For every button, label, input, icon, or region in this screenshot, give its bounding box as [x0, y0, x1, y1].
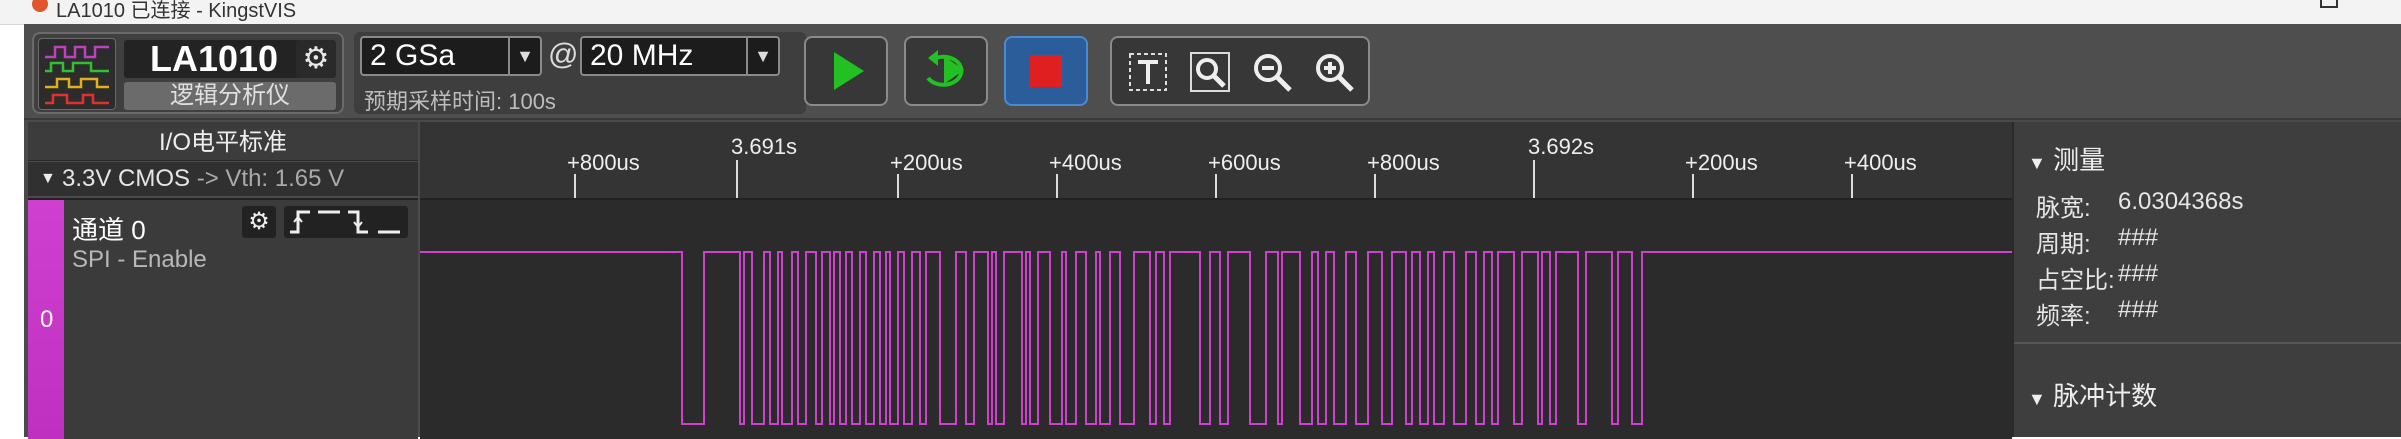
time-ruler-ticks: +800us 3.691s +200us +400us +600us +800us 3.69… [567, 134, 1917, 198]
channel-row[interactable]: 0 通道 0 SPI - Enable ⚙ [28, 198, 418, 439]
sample-rate-value: 2 GSa [370, 39, 456, 72]
collapse-triangle-icon: ▼ [2028, 389, 2046, 409]
channel-0-trace [420, 251, 2012, 425]
measure-label: 脉宽: [2036, 195, 2091, 222]
zoom-out-icon[interactable] [1250, 50, 1294, 94]
toolbar: LA1010 ⚙ 逻辑分析仪 2 GSa ▼ @ 20 MHz ▼ 预期采样时间… [24, 24, 2401, 120]
at-sign: @ [548, 38, 579, 71]
pulse-count-title: 脉冲计数 [2053, 381, 2158, 411]
channel-index: 0 [40, 306, 54, 333]
io-standard-title: I/O电平标准 [158, 129, 287, 156]
play-icon [834, 52, 864, 90]
measure-value: ### [2118, 224, 2159, 251]
loop-run-icon [926, 50, 964, 87]
sample-frequency-value: 20 MHz [590, 39, 694, 72]
divider [2014, 342, 2401, 344]
time-ruler[interactable]: +800us 3.691s +200us +400us +600us +800us 3.69… [420, 122, 2012, 198]
measure-value: 6.0304368s [2118, 188, 2244, 215]
dropdown-triangle-icon[interactable]: ▼ [40, 170, 56, 188]
pulse-count-section-toggle[interactable]: ▼ 脉冲计数 [2028, 376, 2157, 413]
threshold-voltage: -> Vth: 1.65 V [196, 165, 345, 192]
device-name: LA1010 [124, 40, 304, 78]
io-standard-header: I/O电平标准 [28, 122, 418, 161]
ruler-tick-label: 3.692s [1528, 134, 1594, 159]
io-standard-value: 3.3V CMOS [62, 165, 191, 192]
device-panel: LA1010 ⚙ 逻辑分析仪 [32, 32, 344, 114]
falling-edge-icon[interactable] [348, 210, 368, 234]
channel-settings-gear-icon[interactable]: ⚙ [242, 206, 276, 238]
zoom-area-icon[interactable] [1188, 50, 1232, 94]
ruler-tick-label: +400us [1049, 150, 1122, 175]
loop-capture-button[interactable] [904, 36, 988, 106]
trigger-selector [284, 206, 408, 238]
sample-rate-select[interactable]: 2 GSa ▼ [360, 36, 542, 76]
ruler-tick-label: +600us [1208, 150, 1281, 175]
restore-window-icon[interactable] [2320, 0, 2338, 8]
channel-color-bar: 0 [28, 200, 64, 439]
ruler-tick-label: +400us [1844, 150, 1917, 175]
channel-protocol: SPI - Enable [72, 246, 207, 273]
ruler-tick-label: +800us [1367, 150, 1440, 175]
ruler-tick-label: +200us [890, 150, 963, 175]
window-title-bar: LA1010 已连接 - KingstVIS [0, 0, 2401, 25]
expected-sample-time: 预期采样时间: 100s [364, 89, 556, 114]
start-capture-button[interactable] [804, 36, 888, 106]
sampling-panel: 2 GSa ▼ @ 20 MHz ▼ 预期采样时间: 100s [354, 32, 806, 114]
app-window: LA1010 ⚙ 逻辑分析仪 2 GSa ▼ @ 20 MHz ▼ 预期采样时间… [24, 24, 2401, 439]
channel-0-waveform [420, 251, 2012, 425]
measure-label: 频率: [2036, 303, 2091, 330]
channel-name[interactable]: 通道 0 [72, 210, 146, 247]
measure-title: 测量 [2053, 145, 2106, 175]
measure-section-toggle[interactable]: ▼ 测量 [2028, 140, 2105, 177]
stop-capture-button[interactable] [1004, 36, 1088, 106]
view-tools-panel [1110, 36, 1370, 106]
ruler-tick-label: 3.691s [731, 134, 797, 159]
zoom-in-icon[interactable] [1312, 50, 1356, 94]
app-icon [32, 0, 48, 12]
io-standard-select[interactable]: ▼ 3.3V CMOS -> Vth: 1.65 V [28, 162, 418, 196]
collapse-triangle-icon: ▼ [2028, 153, 2046, 173]
window-title: LA1010 已连接 - KingstVIS [56, 0, 297, 22]
measurement-panel: ▼ 测量 脉宽: 6.0304368s 周期: ### 占空比: ### 频率: ### ▼ … [2012, 122, 2401, 437]
ruler-tick-label: +200us [1685, 150, 1758, 175]
sample-frequency-select[interactable]: 20 MHz ▼ [580, 36, 780, 76]
text-tool-icon[interactable] [1126, 50, 1170, 94]
chevron-down-icon[interactable]: ▼ [508, 38, 540, 74]
measure-value: ### [2118, 296, 2159, 323]
waveform-area[interactable] [420, 198, 2012, 439]
measure-label: 占空比: [2036, 267, 2115, 294]
chevron-down-icon[interactable]: ▼ [746, 38, 778, 74]
ruler-tick-label: +800us [567, 150, 640, 175]
measure-value: ### [2118, 260, 2159, 287]
measure-label: 周期: [2036, 231, 2091, 258]
stop-icon [1030, 55, 1062, 87]
device-subtitle: 逻辑分析仪 [124, 82, 336, 110]
logic-analyzer-logo [38, 38, 116, 110]
rising-edge-icon[interactable] [290, 210, 310, 234]
device-settings-gear-icon[interactable]: ⚙ [296, 40, 336, 78]
